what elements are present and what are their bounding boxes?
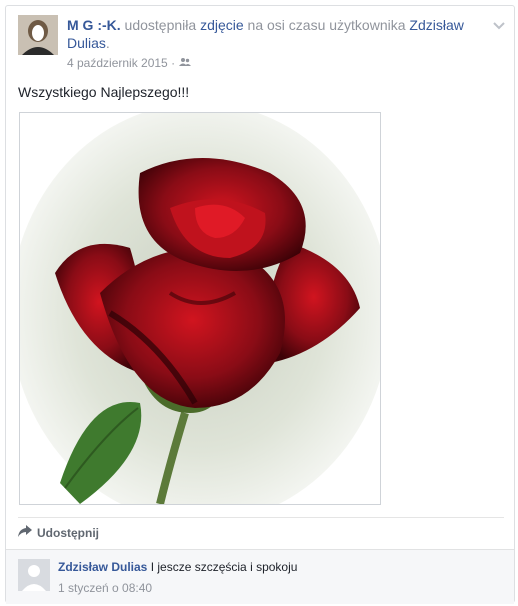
share-label: Udostępnij — [37, 525, 99, 540]
friends-icon[interactable] — [179, 56, 192, 70]
author-avatar[interactable] — [18, 15, 58, 55]
post-date[interactable]: 4 październik 2015 · — [67, 56, 175, 70]
comment-time[interactable]: 1 styczeń o 08:40 — [58, 581, 152, 595]
comment-text: I jescze szczęścia i spokoju — [150, 560, 298, 574]
author-name[interactable]: M G :-K. — [67, 17, 121, 33]
share-arrow-icon — [18, 525, 32, 540]
chevron-down-icon[interactable] — [492, 18, 506, 32]
divider — [18, 517, 504, 518]
commenter-avatar[interactable] — [18, 559, 50, 591]
timeline-text: na osi czasu użytkownika — [247, 17, 406, 33]
photo-link[interactable]: zdjęcie — [200, 17, 244, 33]
post-header: M G :-K. udostępniła zdjęcie na osi czas… — [67, 16, 487, 52]
comments-section: Zdzisław Dulias I jescze szczęścia i spo… — [6, 549, 514, 604]
post-card: M G :-K. udostępniła zdjęcie na osi czas… — [5, 5, 515, 604]
comment-body: Zdzisław Dulias I jescze szczęścia i spo… — [58, 560, 498, 574]
post-meta: 4 październik 2015 · — [67, 56, 192, 70]
comment-author[interactable]: Zdzisław Dulias — [58, 560, 147, 574]
rose-photo[interactable] — [19, 112, 381, 505]
share-button[interactable]: Udostępnij — [18, 525, 99, 540]
post-message: Wszystkiego Najlepszego!!! — [18, 84, 190, 100]
period: . — [105, 35, 110, 51]
action-text: udostępniła — [124, 17, 197, 33]
